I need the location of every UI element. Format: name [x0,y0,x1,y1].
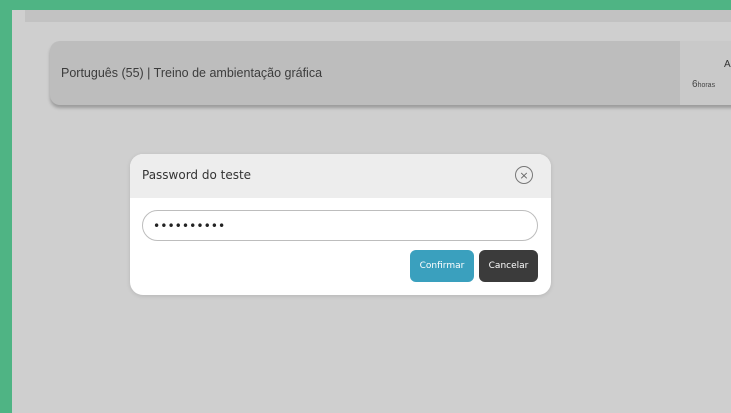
exam-duration: 6horas [692,74,715,92]
close-icon[interactable]: × [515,166,533,184]
top-bar [25,10,731,22]
cancel-button[interactable]: Cancelar [479,250,538,282]
dialog-header: Password do teste × [130,154,551,198]
exam-side-letter: A [724,59,731,70]
duration-unit: horas [697,82,716,89]
exam-side-panel: A 6horas [680,41,731,105]
password-dialog: Password do teste × Confirmar Cancelar [130,154,551,295]
confirm-button[interactable]: Confirmar [410,250,474,282]
password-input[interactable] [142,210,538,241]
dialog-title: Password do teste [142,168,252,182]
exam-title: Português (55) | Treino de ambientação g… [61,66,323,80]
exam-card[interactable]: Português (55) | Treino de ambientação g… [50,41,731,105]
